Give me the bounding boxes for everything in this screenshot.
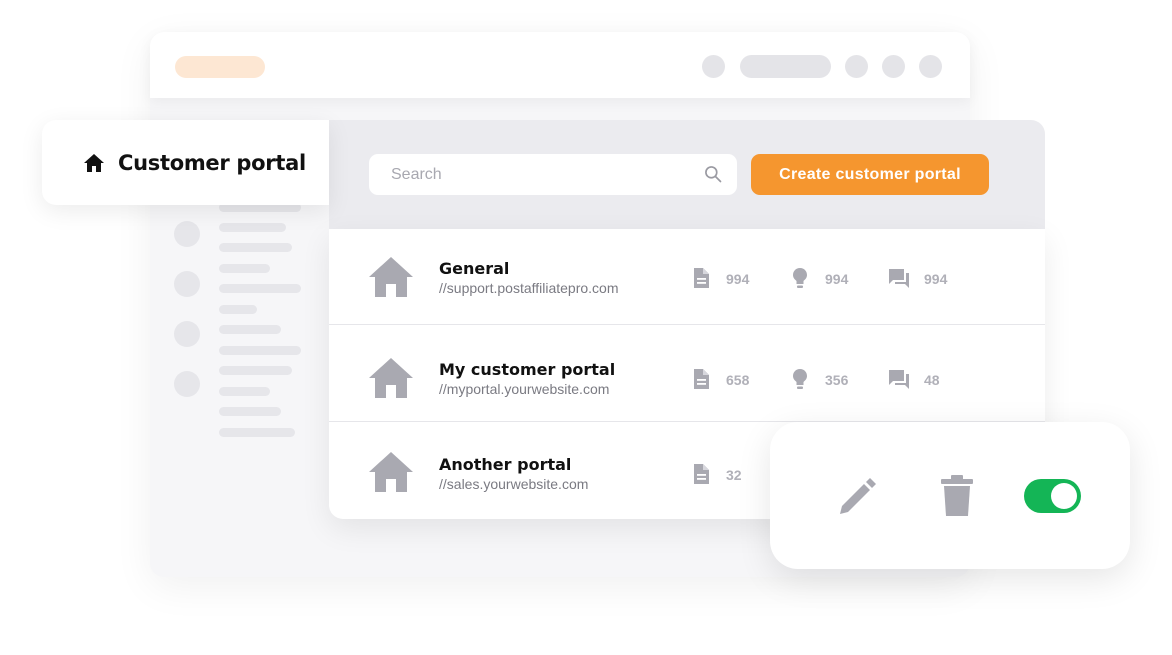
skeleton-line <box>219 305 257 314</box>
ideas-count: 356 <box>825 372 849 388</box>
skeleton-line <box>219 325 281 334</box>
portal-enabled-toggle[interactable] <box>1024 479 1081 513</box>
skeleton-line <box>219 243 292 252</box>
portal-actions-card <box>770 422 1130 569</box>
skeleton-line <box>219 366 292 375</box>
document-icon <box>694 268 709 288</box>
skeleton-line <box>219 387 270 396</box>
house-icon <box>369 452 413 492</box>
skeleton-line <box>219 264 270 273</box>
articles-count: 994 <box>726 271 750 287</box>
skeleton-line <box>219 284 301 293</box>
skeleton-dot <box>174 321 200 347</box>
customer-portal-tab[interactable]: Customer portal <box>42 120 329 205</box>
search-input[interactable]: Search <box>369 154 737 195</box>
portal-url: //sales.yourwebsite.com <box>439 476 589 492</box>
discussions-count: 994 <box>924 271 948 287</box>
house-icon <box>369 257 413 297</box>
portal-name[interactable]: General <box>439 259 509 278</box>
portal-row[interactable]: My customer portal //myportal.yourwebsit… <box>329 325 1045 422</box>
portal-name[interactable]: Another portal <box>439 455 571 474</box>
skeleton-line <box>219 346 301 355</box>
content-header: Search Create customer portal <box>329 120 1045 230</box>
top-placeholder-pill <box>175 56 265 78</box>
document-icon <box>694 369 709 389</box>
search-icon[interactable] <box>703 164 723 184</box>
articles-count: 658 <box>726 372 750 388</box>
trash-icon[interactable] <box>933 472 981 520</box>
toggle-knob <box>1051 483 1077 509</box>
ideas-count: 994 <box>825 271 849 287</box>
tab-title: Customer portal <box>118 150 306 175</box>
skeleton-dot <box>174 271 200 297</box>
articles-count: 32 <box>726 467 742 483</box>
top-dot <box>702 55 725 78</box>
portal-name[interactable]: My customer portal <box>439 360 615 379</box>
skeleton-dot <box>174 371 200 397</box>
browser-top-bar <box>150 32 970 98</box>
discussion-icon <box>889 269 909 288</box>
home-icon <box>84 153 104 172</box>
document-icon <box>694 464 709 484</box>
house-icon <box>369 358 413 398</box>
portal-row[interactable]: General //support.postaffiliatepro.com 9… <box>329 229 1045 325</box>
portal-url: //myportal.yourwebsite.com <box>439 381 610 397</box>
top-placeholder-pill <box>740 55 831 78</box>
skeleton-line <box>219 407 281 416</box>
discussion-icon <box>889 370 909 389</box>
top-dot <box>882 55 905 78</box>
discussions-count: 48 <box>924 372 940 388</box>
search-placeholder: Search <box>391 165 442 183</box>
pencil-icon[interactable] <box>834 472 882 520</box>
top-dot <box>845 55 868 78</box>
lightbulb-icon <box>793 369 807 389</box>
skeleton-line <box>219 223 286 232</box>
portal-url: //support.postaffiliatepro.com <box>439 280 619 296</box>
create-customer-portal-button[interactable]: Create customer portal <box>751 154 989 195</box>
lightbulb-icon <box>793 268 807 288</box>
skeleton-line <box>219 428 295 437</box>
top-dot <box>919 55 942 78</box>
skeleton-dot <box>174 221 200 247</box>
